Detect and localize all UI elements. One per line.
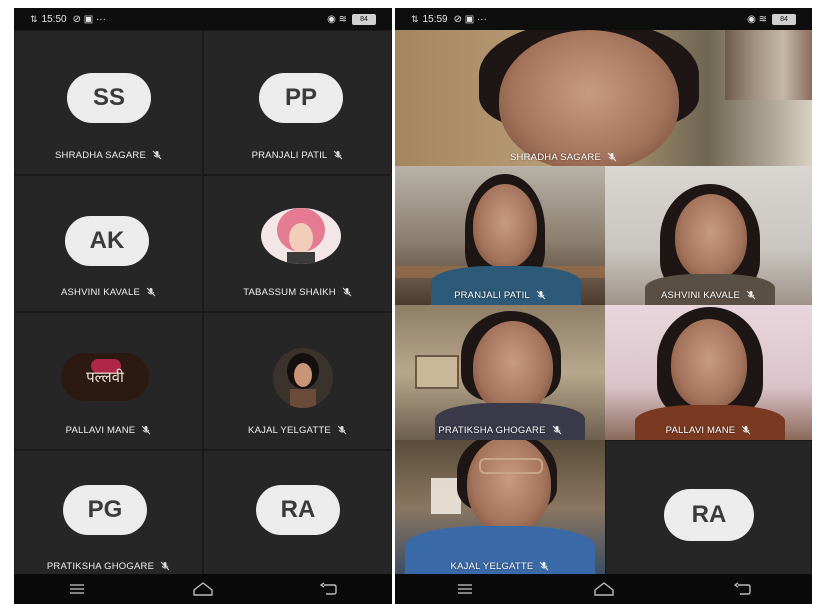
participant-name: PALLAVI MANE [65, 424, 136, 436]
signal-icon: ⇅ [30, 13, 38, 24]
participant-video-tile[interactable]: ASHVINI KAVALE [605, 166, 812, 305]
mic-muted-icon [540, 561, 549, 571]
profile-photo-avatar: पल्लवी [61, 353, 149, 401]
participant-tile[interactable]: RA [605, 440, 812, 576]
mic-muted-icon [141, 425, 151, 435]
mic-muted-icon [337, 425, 347, 435]
avatar-calligraphy: पल्लवी [86, 368, 124, 386]
battery-icon: 84 [772, 13, 796, 25]
back-button[interactable] [315, 579, 343, 599]
home-icon [193, 582, 213, 596]
left-phone-screen: ⇅ 15:50 ⊘ ▣ ··· ◉ ≋ 84 SS SHRADHA SAGARE… [14, 8, 392, 604]
avatar: PP [259, 73, 343, 123]
participant-name: PRANJALI PATIL [251, 149, 328, 161]
signal-icon: ⇅ [411, 13, 419, 24]
battery-icon: 84 [352, 13, 376, 25]
status-bar: ⇅ 15:50 ⊘ ▣ ··· ◉ ≋ 84 [14, 8, 392, 30]
participant-tile[interactable]: पल्लवी PALLAVI MANE [14, 312, 203, 450]
participant-tile[interactable]: AK ASHVINI KAVALE [14, 175, 203, 312]
participant-name: PRATIKSHA GHOGARE [46, 560, 155, 572]
participant-tile[interactable]: KAJAL YELGATTE [203, 312, 392, 450]
participant-tile[interactable]: RA [203, 450, 392, 576]
notification-icons: ⊘ ▣ ··· [72, 13, 106, 25]
participant-name: ASHVINI KAVALE [60, 286, 140, 298]
participant-tile[interactable]: SS SHRADHA SAGARE [14, 30, 203, 175]
participant-tile[interactable]: PG PRATIKSHA GHOGARE [14, 450, 203, 576]
alarm-wifi-icons: ◉ ≋ [327, 13, 347, 25]
avatar: RA [256, 485, 340, 535]
mic-muted-icon [746, 290, 756, 300]
back-icon [320, 582, 337, 595]
mic-muted-icon [741, 425, 751, 435]
mic-muted-icon [152, 150, 162, 160]
participant-name: PRATIKSHA GHOGARE [438, 424, 546, 436]
status-time: 15:50 [41, 13, 67, 25]
mic-muted-icon [334, 150, 343, 160]
participant-name: KAJAL YELGATTE [248, 424, 331, 436]
participant-video-tile[interactable]: KAJAL YELGATTE [395, 440, 605, 576]
mic-muted-icon [552, 425, 561, 435]
status-bar: ⇅ 15:59 ⊘ ▣ ··· ◉ ≋ 84 [395, 8, 812, 30]
video-grid: SHRADHA SAGARE PRANJALI PATIL ASHVINI KA… [395, 30, 812, 576]
participant-name: SHRADHA SAGARE [510, 151, 601, 163]
android-nav-bar [14, 574, 392, 604]
home-button[interactable] [590, 579, 618, 599]
recents-button[interactable] [63, 579, 91, 599]
participant-video-tile[interactable]: SHRADHA SAGARE [395, 30, 812, 166]
home-button[interactable] [189, 579, 217, 599]
menu-icon [70, 584, 84, 594]
profile-photo-avatar [273, 348, 333, 408]
notification-icons: ⊘ ▣ ··· [453, 13, 487, 25]
alarm-wifi-icons: ◉ ≋ [747, 13, 767, 25]
participant-name: PRANJALI PATIL [454, 289, 530, 301]
avatar: RA [664, 489, 754, 541]
home-icon [593, 582, 614, 596]
back-button[interactable] [729, 579, 757, 599]
participant-name: PALLAVI MANE [665, 424, 736, 436]
participant-video-tile[interactable]: PRANJALI PATIL [395, 166, 605, 305]
mic-muted-icon [342, 287, 352, 297]
participant-name: SHRADHA SAGARE [55, 149, 146, 161]
participant-video-tile[interactable]: PRATIKSHA GHOGARE [395, 305, 605, 440]
mic-muted-icon [146, 287, 156, 297]
avatar: SS [67, 73, 151, 123]
profile-photo-avatar [261, 208, 341, 264]
participant-video-tile[interactable]: PALLAVI MANE [605, 305, 812, 440]
glasses [479, 458, 543, 474]
menu-icon [457, 584, 472, 594]
avatar: AK [65, 216, 149, 266]
recents-button[interactable] [451, 579, 479, 599]
participant-grid: SS SHRADHA SAGARE PP PRANJALI PATIL AK A… [14, 30, 392, 576]
mic-muted-icon [607, 152, 617, 162]
right-phone-screen: ⇅ 15:59 ⊘ ▣ ··· ◉ ≋ 84 SHRADHA SAGARE PR… [395, 8, 812, 604]
mic-muted-icon [536, 290, 546, 300]
status-time: 15:59 [422, 13, 448, 25]
participant-name: ASHVINI KAVALE [660, 289, 740, 301]
back-icon [733, 582, 751, 595]
android-nav-bar [395, 574, 812, 604]
participant-tile[interactable]: PP PRANJALI PATIL [203, 30, 392, 175]
avatar: PG [63, 485, 147, 535]
bookshelf-background [725, 30, 812, 100]
participant-tile[interactable]: TABASSUM SHAIKH [203, 175, 392, 312]
participant-name: KAJAL YELGATTE [450, 560, 534, 572]
participant-name: TABASSUM SHAIKH [243, 286, 336, 298]
mic-muted-icon [160, 561, 170, 571]
